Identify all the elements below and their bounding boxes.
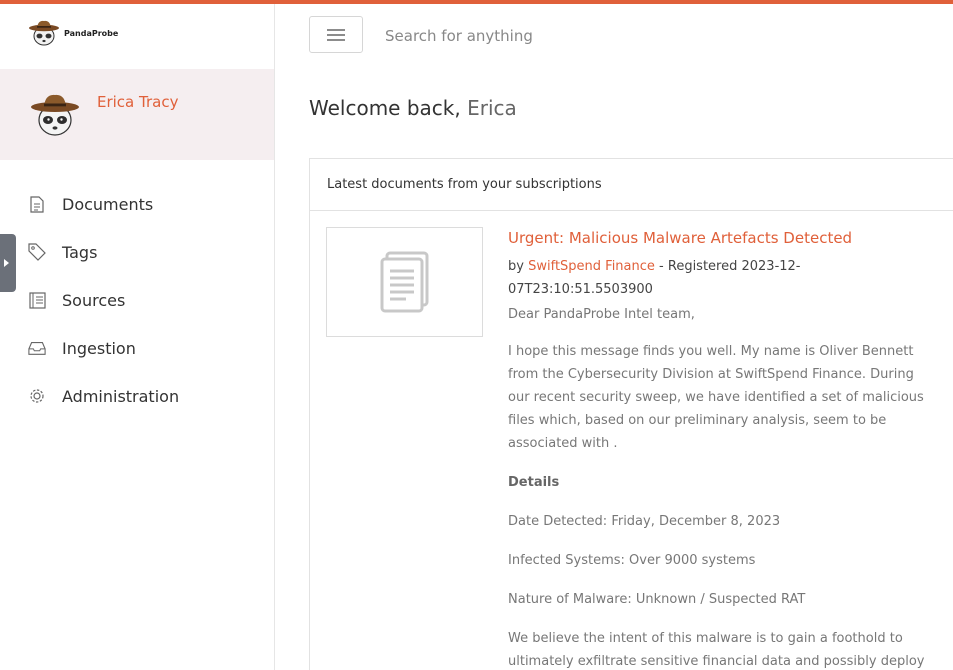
sidebar-nav: Documents Tags Sources Ingestion Adminis… [0, 180, 274, 420]
document-paragraph: We believe the intent of this malware is… [508, 631, 925, 669]
welcome-first-name: Erica [467, 96, 517, 120]
brand-name: PandaProbe [64, 28, 119, 38]
sidebar-item-administration[interactable]: Administration [0, 372, 274, 420]
sidebar-item-tags[interactable]: Tags [0, 228, 274, 276]
by-label: by [508, 259, 524, 274]
sidebar-item-label: Documents [62, 194, 154, 214]
sidebar-item-label: Ingestion [62, 338, 136, 358]
inbox-icon [28, 339, 46, 357]
subscriptions-panel: Latest documents from your subscriptions… [309, 158, 953, 670]
document-greeting: Dear PandaProbe Intel team, [508, 307, 695, 322]
malware-nature: Nature of Malware: Unknown / Suspected R… [508, 592, 806, 607]
details-heading: Details [508, 475, 560, 490]
document-entry: Urgent: Malicious Malware Artefacts Dete… [508, 229, 928, 670]
document-meta: by SwiftSpend Finance - Registered 2023-… [508, 255, 928, 301]
date-detected: Date Detected: Friday, December 8, 2023 [508, 514, 781, 529]
gear-icon [28, 387, 46, 405]
document-source-link[interactable]: SwiftSpend Finance [528, 259, 655, 274]
sidebar: PandaProbe Erica Tracy Documents Tags So… [0, 4, 275, 670]
document-thumbnail[interactable] [326, 227, 483, 337]
sidebar-item-documents[interactable]: Documents [0, 180, 274, 228]
document-icon [28, 195, 46, 213]
infected-systems: Infected Systems: Over 9000 systems [508, 553, 756, 568]
user-profile[interactable]: Erica Tracy [0, 69, 274, 160]
sidebar-item-ingestion[interactable]: Ingestion [0, 324, 274, 372]
sidebar-item-label: Tags [62, 242, 98, 262]
search-input[interactable] [385, 24, 785, 48]
user-name: Erica Tracy [97, 93, 179, 111]
main-content: Welcome back, Erica Latest documents fro… [275, 4, 953, 670]
panda-logo-icon [29, 20, 59, 46]
document-title[interactable]: Urgent: Malicious Malware Artefacts Dete… [508, 229, 928, 247]
avatar [31, 94, 79, 136]
sidebar-item-label: Administration [62, 386, 180, 406]
document-placeholder-icon [380, 251, 428, 313]
document-paragraph: I hope this message finds you well. My n… [508, 344, 924, 451]
sidebar-item-sources[interactable]: Sources [0, 276, 274, 324]
hamburger-icon [327, 28, 345, 41]
side-drawer-handle[interactable] [0, 234, 16, 292]
welcome-heading: Welcome back, Erica [309, 96, 517, 120]
sources-icon [28, 291, 46, 309]
brand-logo[interactable]: PandaProbe [28, 18, 118, 48]
menu-toggle-button[interactable] [309, 16, 363, 53]
sidebar-item-label: Sources [62, 290, 126, 310]
welcome-prefix: Welcome back, [309, 96, 461, 120]
chevron-right-icon [4, 259, 9, 267]
panel-header: Latest documents from your subscriptions [310, 159, 953, 211]
document-body: Dear PandaProbe Intel team, I hope this … [508, 303, 928, 670]
tag-icon [28, 243, 46, 261]
